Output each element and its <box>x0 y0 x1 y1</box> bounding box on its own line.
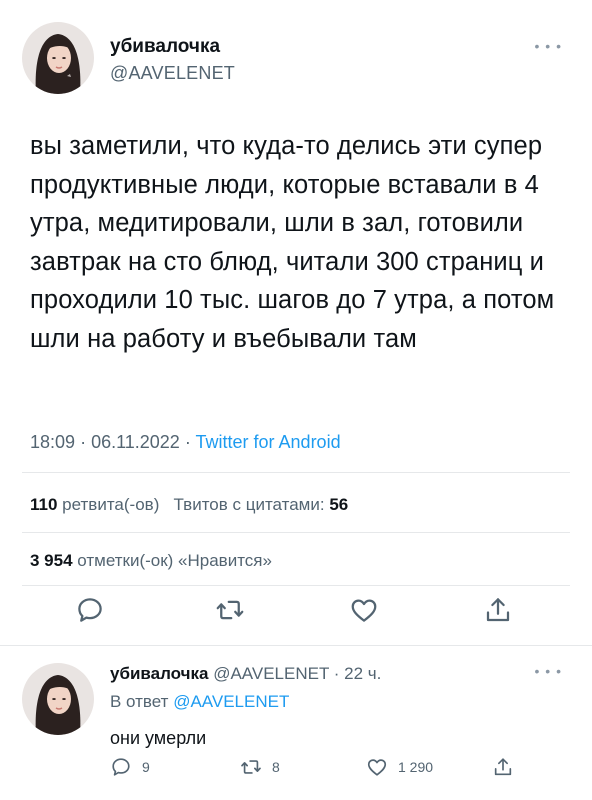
like-icon <box>351 599 377 622</box>
reply-retweet-count: 8 <box>272 759 280 775</box>
like-button[interactable] <box>344 590 384 630</box>
tweet-source[interactable]: Twitter for Android <box>196 432 341 452</box>
reply-to-label: В ответ <box>110 692 169 711</box>
retweet-icon <box>241 760 261 774</box>
retweet-icon <box>216 600 244 620</box>
like-stats: 3 954 отметки(-ок) «Нравится» <box>30 551 272 571</box>
more-dots-icon[interactable]: • • • <box>535 663 562 679</box>
share-button[interactable] <box>478 590 518 630</box>
reply-button[interactable] <box>70 590 110 630</box>
reply-count: 9 <box>142 759 150 775</box>
tweet-text: вы заметили, что куда-то делись эти супе… <box>30 132 555 353</box>
reply-icon <box>78 598 102 622</box>
share-icon <box>486 598 510 622</box>
action-bar <box>22 590 570 630</box>
tweet-date[interactable]: 06.11.2022 <box>91 432 180 452</box>
author-handle[interactable]: @AAVELENET <box>110 62 235 84</box>
quotes-count[interactable]: 56 <box>329 495 348 514</box>
tweet-meta: 18:09 · 06.11.2022 · Twitter for Android <box>30 432 341 453</box>
reply-action-bar: 9 8 1 290 <box>110 756 570 784</box>
author-display-name[interactable]: убивалочка <box>110 36 235 58</box>
reply-author-name[interactable]: убивалочка <box>110 664 208 683</box>
divider <box>22 585 570 586</box>
quotes-label[interactable]: Твитов с цитатами: <box>174 495 325 514</box>
divider <box>22 472 570 473</box>
reply-tweet[interactable]: убивалочка @AAVELENET · 22 ч. В ответ @A… <box>22 655 570 800</box>
reply-to-line: В ответ @AAVELENET <box>110 691 560 713</box>
reply-author-handle[interactable]: @AAVELENET <box>213 664 329 683</box>
meta-separator: · <box>184 432 196 452</box>
retweet-button[interactable] <box>210 590 250 630</box>
reply-body: убивалочка @AAVELENET · 22 ч. В ответ @A… <box>110 663 560 749</box>
reply-like-count: 1 290 <box>398 759 434 775</box>
avatar-image <box>22 663 94 735</box>
avatar-image <box>22 22 94 94</box>
author-block: убивалочка @AAVELENET <box>110 36 235 84</box>
likes-count[interactable]: 3 954 <box>30 551 73 570</box>
retweet-stats: 110 ретвита(-ов) Твитов с цитатами: 56 <box>30 495 348 515</box>
divider <box>0 645 592 646</box>
more-dots-icon[interactable]: • • • <box>535 38 562 54</box>
likes-label[interactable]: отметки(-ок) «Нравится» <box>77 551 272 570</box>
avatar[interactable] <box>22 22 94 94</box>
divider <box>22 532 570 533</box>
reply-header: убивалочка @AAVELENET · 22 ч. <box>110 663 560 685</box>
like-icon <box>367 759 387 776</box>
reply-like-button[interactable]: 1 290 <box>366 756 433 778</box>
tweet-header: убивалочка @AAVELENET • • • <box>22 22 570 94</box>
tweet-time[interactable]: 18:09 <box>30 432 75 452</box>
reply-retweet-button[interactable]: 8 <box>240 756 280 778</box>
reply-reply-button[interactable]: 9 <box>110 756 150 778</box>
retweets-count[interactable]: 110 <box>30 495 57 514</box>
reply-icon <box>112 758 130 776</box>
retweets-label[interactable]: ретвита(-ов) <box>62 495 159 514</box>
avatar[interactable] <box>22 663 94 735</box>
reply-time[interactable]: · 22 ч. <box>334 664 382 683</box>
share-icon <box>494 758 512 776</box>
reply-to-mention[interactable]: @AAVELENET <box>173 692 289 711</box>
reply-text: они умерли <box>110 728 207 748</box>
reply-share-button[interactable] <box>492 756 514 778</box>
meta-separator: · <box>80 432 92 452</box>
